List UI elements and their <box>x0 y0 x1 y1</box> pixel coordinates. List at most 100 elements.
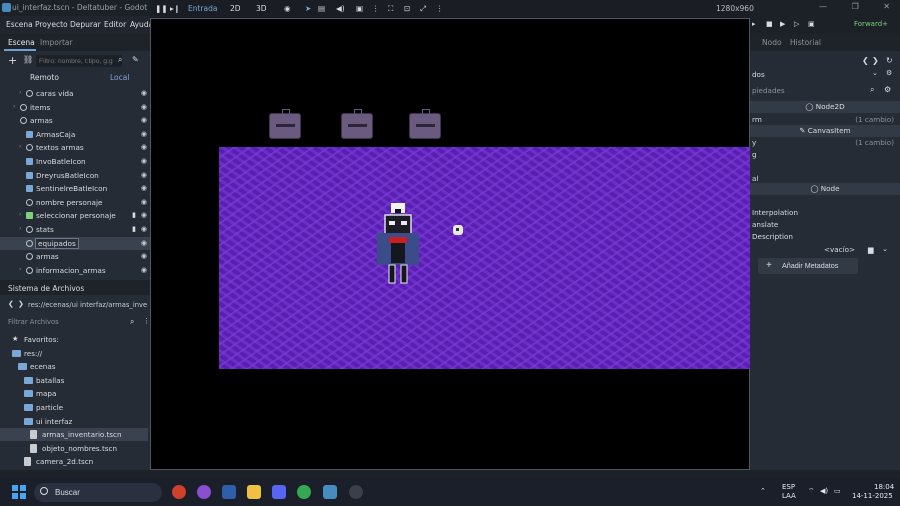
movie-icon[interactable]: ▸ <box>752 20 756 28</box>
discord-icon[interactable] <box>272 485 286 499</box>
tree-item[interactable]: › informacion_armas ◉ <box>0 264 150 277</box>
expand-arrow-icon[interactable]: › <box>19 225 21 232</box>
property-filter-input[interactable]: piedades <box>752 86 785 95</box>
app-icon[interactable] <box>349 485 363 499</box>
visibility-eye-icon[interactable]: ◉ <box>141 239 147 247</box>
visibility-eye-icon[interactable]: ◉ <box>141 198 147 206</box>
tree-item[interactable]: DreyrusBatleIcon ◉ <box>0 169 150 182</box>
tree-item[interactable]: › seleccionar personaje ▮ ◉ <box>0 209 150 222</box>
embed-options-icon[interactable]: ⋮ <box>436 4 444 13</box>
link-icon[interactable]: ⛓ <box>23 55 33 64</box>
windows-start-icon[interactable] <box>12 485 26 499</box>
section-node2d[interactable]: ◯ Node2D <box>750 101 900 113</box>
visibility-eye-icon[interactable]: ◉ <box>141 143 147 151</box>
select-tool-icon[interactable]: ➤ <box>305 4 311 13</box>
language-indicator[interactable]: ESP <box>782 483 795 491</box>
settings-icon[interactable]: ⚙ <box>884 85 891 94</box>
visibility-eye-icon[interactable]: ◉ <box>141 130 147 138</box>
script-icon[interactable]: ✎ <box>132 55 139 64</box>
add-metadata-button[interactable]: + Añadir Metadatos <box>758 258 858 274</box>
filesystem-filter-input[interactable]: Filtrar Archivos <box>8 318 59 326</box>
search-icon[interactable]: ⌕ <box>130 317 134 327</box>
property-translate[interactable]: anslate <box>750 219 900 231</box>
tools-icon[interactable]: ⚙ <box>886 69 892 77</box>
expand-arrow-icon[interactable]: › <box>19 266 21 273</box>
property-visibility[interactable]: y (1 cambio) <box>750 137 900 149</box>
app-icon[interactable] <box>172 485 186 499</box>
back-arrow-icon[interactable]: ❮ <box>8 300 14 308</box>
visibility-icon[interactable]: ◉ <box>284 4 291 13</box>
minimize-button[interactable]: — <box>819 2 827 11</box>
tree-item[interactable]: ArmasCaja ◉ <box>0 128 150 141</box>
tree-item[interactable]: › textos armas ◉ <box>0 141 150 154</box>
tab-escena[interactable]: Escena <box>8 38 35 47</box>
filesystem-item[interactable]: ★ Favoritos: <box>0 333 148 346</box>
search-icon[interactable]: ⌕ <box>118 55 122 65</box>
folder-icon[interactable]: ▆ <box>868 245 874 254</box>
clock-date[interactable]: 14-11-2025 <box>852 492 893 500</box>
mode-3d-button[interactable]: 3D <box>256 4 267 13</box>
app-icon[interactable] <box>222 485 236 499</box>
godot-icon[interactable] <box>323 485 337 499</box>
menu-editor[interactable]: Editor <box>104 20 126 29</box>
mode-2d-button[interactable]: 2D <box>230 4 241 13</box>
entrada-button[interactable]: Entrada <box>188 4 217 13</box>
visibility-eye-icon[interactable]: ◉ <box>141 184 147 192</box>
remote-tab[interactable]: Remoto <box>30 73 59 82</box>
chrome-icon[interactable] <box>297 485 311 499</box>
filesystem-item[interactable]: particle <box>0 401 148 414</box>
visibility-eye-icon[interactable]: ◉ <box>141 89 147 97</box>
visibility-eye-icon[interactable]: ◉ <box>141 103 147 111</box>
section-canvasitem[interactable]: ✎ CanvasItem <box>750 125 900 137</box>
tab-importar[interactable]: Importar <box>40 38 73 47</box>
visibility-eye-icon[interactable]: ◉ <box>141 252 147 260</box>
tree-item[interactable]: InvoBatleIcon ◉ <box>0 155 150 168</box>
movie-maker-icon[interactable]: ▣ <box>808 20 815 28</box>
wifi-icon[interactable]: ⌔ <box>808 487 815 496</box>
layout-indicator[interactable]: LAA <box>782 492 796 500</box>
filesystem-path[interactable]: res://ecenas/ui interfaz/armas_inve <box>28 301 147 309</box>
tree-item[interactable]: armas ◉ <box>0 114 150 127</box>
visibility-eye-icon[interactable]: ◉ <box>141 157 147 165</box>
expand-arrow-icon[interactable]: › <box>19 143 21 150</box>
forward-arrow-icon[interactable]: ❯ <box>18 300 24 308</box>
menu-proyecto[interactable]: Proyecto <box>35 20 68 29</box>
next-icon[interactable]: ❯ <box>872 56 879 65</box>
visibility-eye-icon[interactable]: ◉ <box>141 211 147 219</box>
filesystem-item[interactable]: armas_inventario.tscn <box>0 428 148 442</box>
search-icon[interactable]: ⌕ <box>870 85 874 95</box>
visibility-eye-icon[interactable]: ◉ <box>141 116 147 124</box>
property-ordering[interactable]: g <box>750 149 900 161</box>
filesystem-item[interactable]: mapa <box>0 387 148 400</box>
fullscreen-icon[interactable]: ⤢ <box>420 4 426 14</box>
list-select-icon[interactable]: ▤ <box>318 4 325 13</box>
taskbar-search[interactable]: Buscar <box>34 483 162 502</box>
inspector-object-label[interactable]: dos <box>752 70 765 79</box>
local-tab[interactable]: Local <box>110 73 129 82</box>
visibility-eye-icon[interactable]: ◉ <box>141 266 147 274</box>
zoom-icon[interactable]: ⊡ <box>404 4 410 13</box>
scene-filter-input[interactable] <box>36 55 122 67</box>
expand-arrow-icon[interactable]: › <box>19 89 21 96</box>
play-custom-icon[interactable]: ▷ <box>794 20 799 28</box>
prev-icon[interactable]: ❮ <box>862 56 869 65</box>
tree-item[interactable]: › caras vida ◉ <box>0 87 150 100</box>
file-explorer-icon[interactable] <box>247 485 261 499</box>
tree-item[interactable]: nombre personaje ◉ <box>0 196 150 209</box>
expand-arrow-icon[interactable]: › <box>13 103 15 110</box>
add-node-icon[interactable]: + <box>8 54 17 67</box>
script-icon[interactable]: ▮ <box>132 225 136 233</box>
game-viewport[interactable] <box>150 18 751 470</box>
pause-icon[interactable]: ❚❚ <box>155 4 168 13</box>
options-icon[interactable]: ⋮ <box>372 4 380 13</box>
visibility-eye-icon[interactable]: ◉ <box>141 225 147 233</box>
tab-nodo[interactable]: Nodo <box>762 38 782 47</box>
renderer-selector[interactable]: Forward+ <box>854 20 888 28</box>
app-icon[interactable] <box>197 485 211 499</box>
section-node[interactable]: ◯ Node <box>750 183 900 195</box>
tree-item[interactable]: equipados ◉ <box>0 236 150 250</box>
history-icon[interactable]: ↻ <box>886 56 893 65</box>
volume-icon[interactable]: ◀) <box>820 487 828 495</box>
camera-icon[interactable]: ▣ <box>356 4 363 13</box>
tree-item[interactable]: › stats ▮ ◉ <box>0 223 150 236</box>
